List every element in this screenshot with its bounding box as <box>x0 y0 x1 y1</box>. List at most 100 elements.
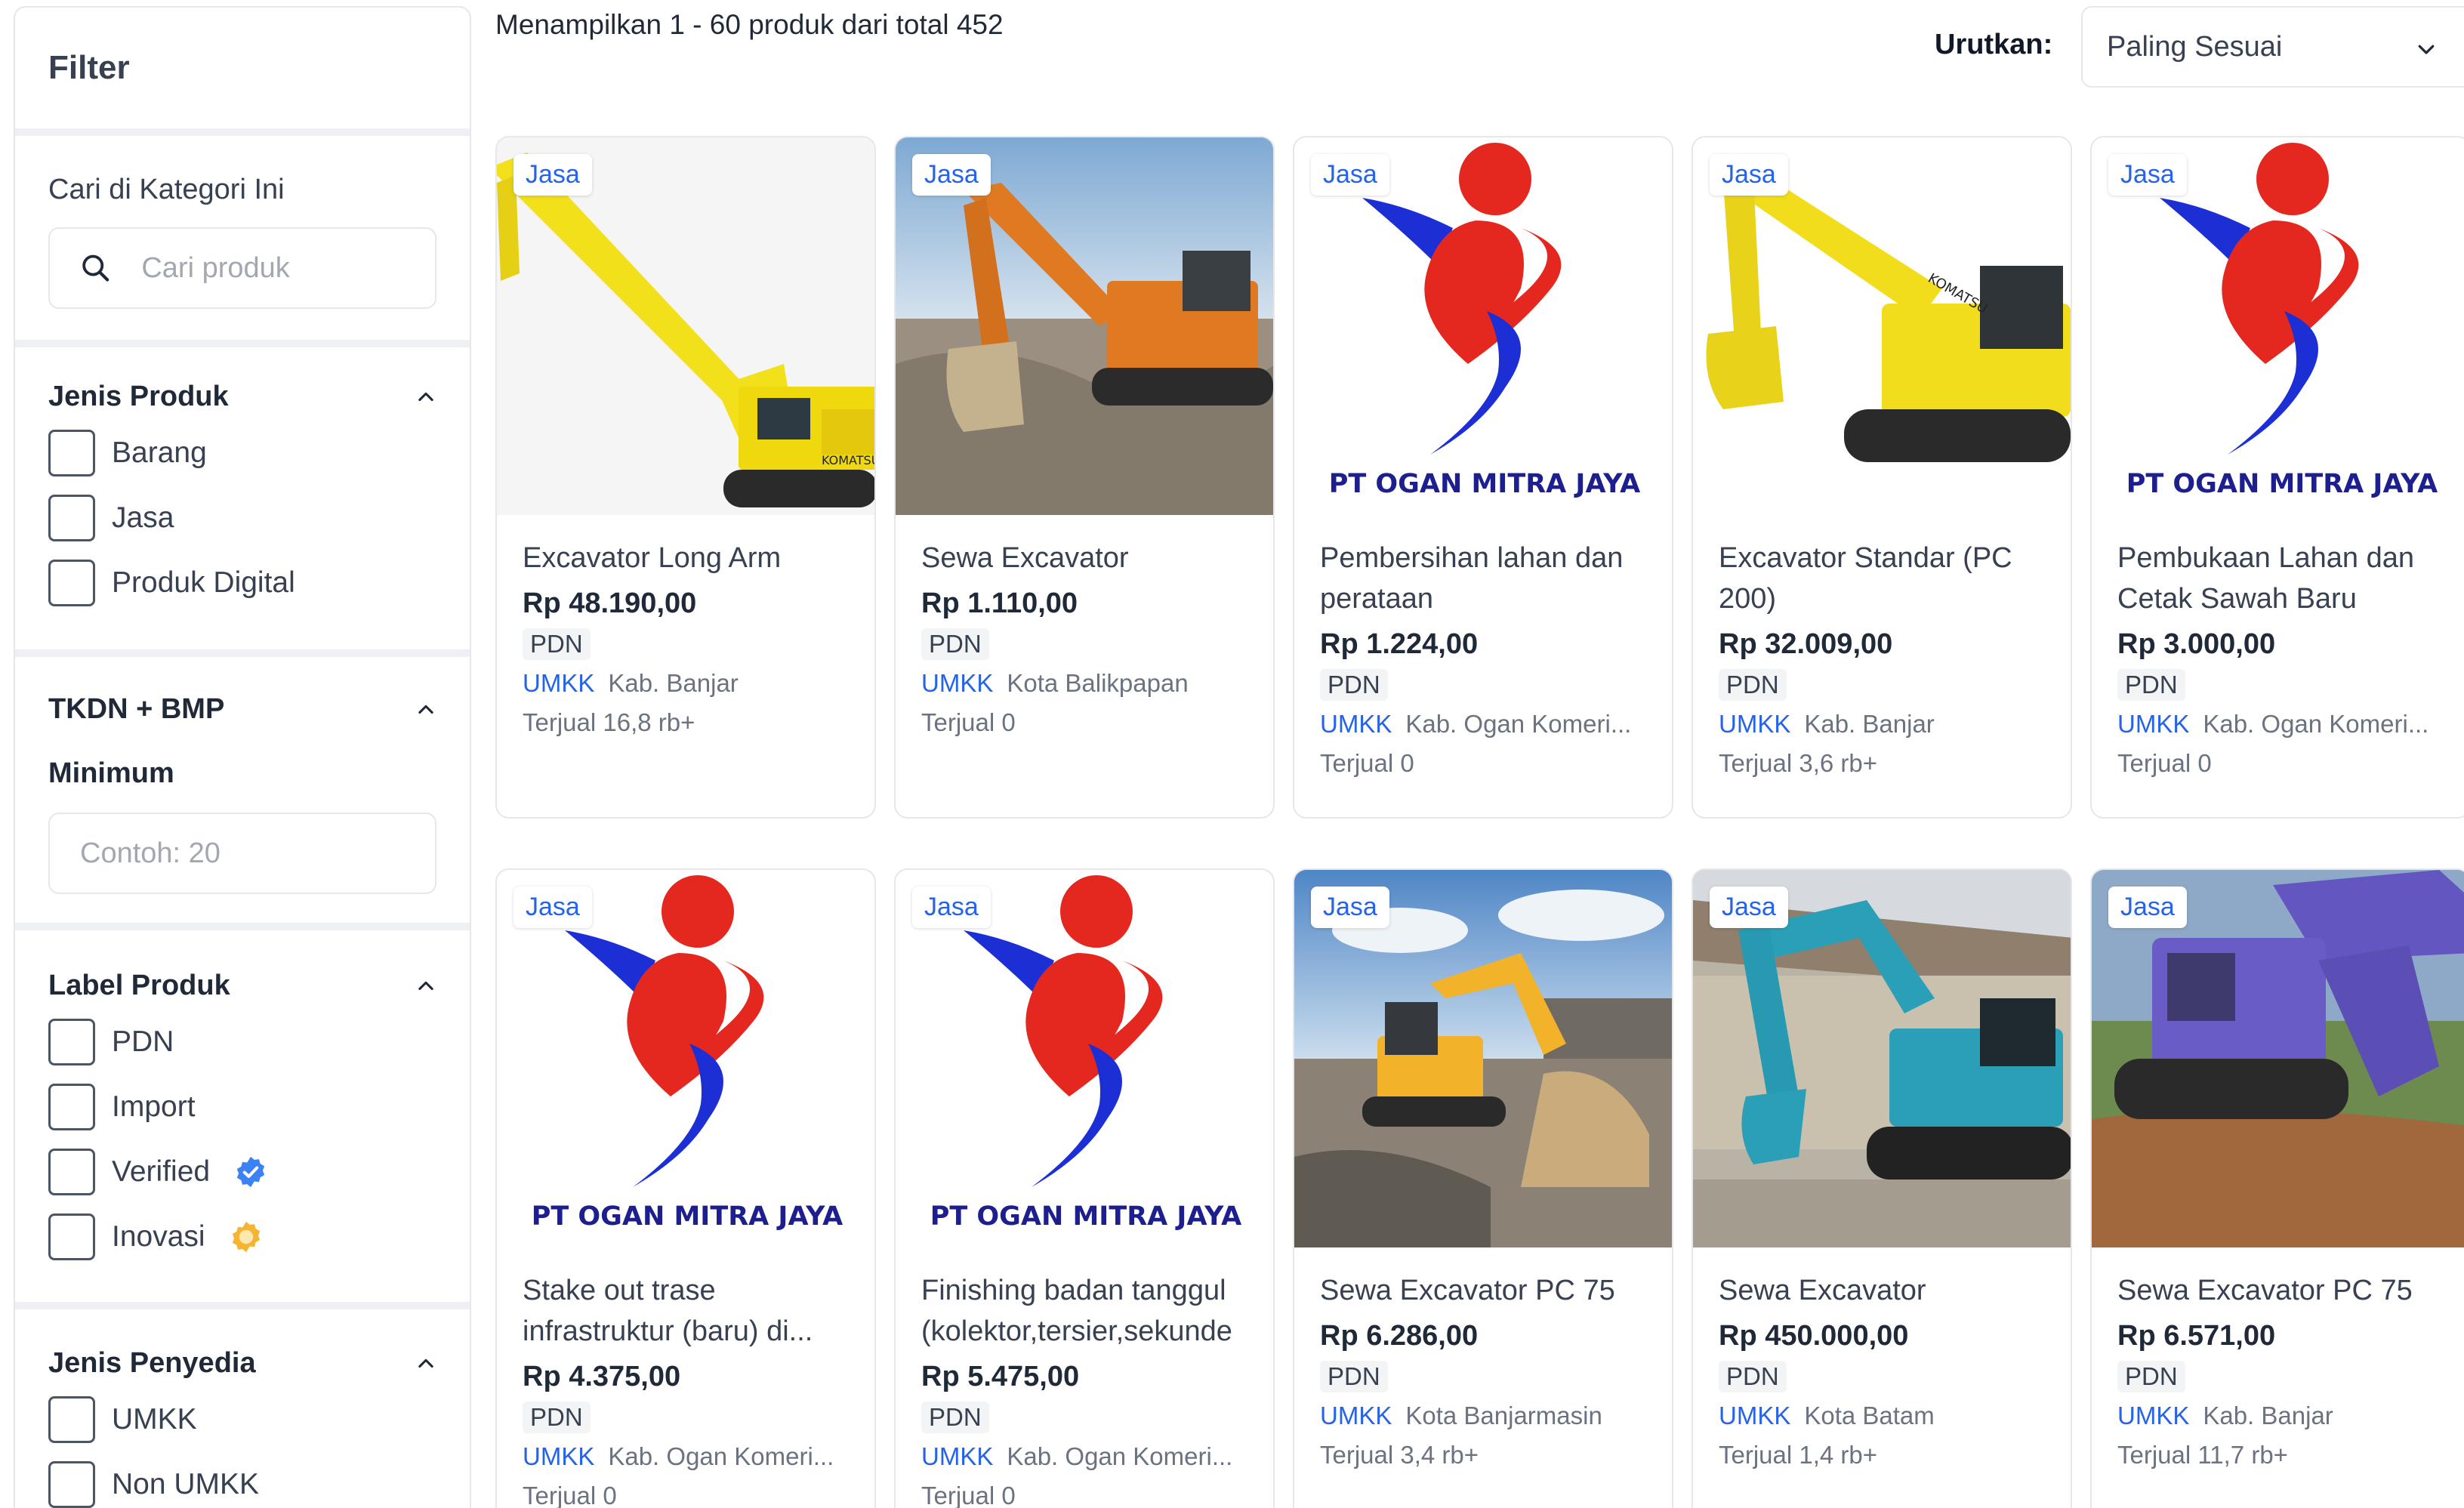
provider-type-header[interactable]: Jenis Penyedia <box>48 1347 436 1380</box>
provider-type-section: Jenis Penyedia UMKK Non UMKK <box>15 1309 470 1508</box>
product-sold: Terjual 0 <box>1320 749 1414 777</box>
product-name: Sewa Excavator PC 75 <box>1320 1275 1615 1306</box>
product-card[interactable]: PT OGAN MITRA JAYA Jasa Stake out trase … <box>495 868 876 1508</box>
product-image[interactable]: PT OGAN MITRA JAYA Jasa <box>497 870 874 1247</box>
product-image[interactable]: PT OGAN MITRA JAYA Jasa <box>1294 137 1672 515</box>
checkbox-produk-digital[interactable]: Produk Digital <box>48 550 436 615</box>
tkdn-min-box[interactable] <box>48 813 436 894</box>
product-sold: Terjual 3,4 rb+ <box>1320 1441 1479 1469</box>
checkbox-label: Produk Digital <box>112 566 295 599</box>
chevron-down-icon <box>2418 45 2435 54</box>
product-image[interactable]: KOMATSU Jasa <box>497 137 874 515</box>
checkbox-box[interactable] <box>48 1019 95 1065</box>
product-name: Sewa Excavator <box>921 542 1129 574</box>
checkbox-import[interactable]: Import <box>48 1075 436 1139</box>
checkbox-box[interactable] <box>48 1461 95 1508</box>
product-name: Sewa Excavator PC 75 <box>2117 1275 2413 1306</box>
product-sold: Terjual 11,7 rb+ <box>2117 1441 2288 1469</box>
checkbox-box[interactable] <box>48 430 95 476</box>
product-info: Excavator Standar (PC 200) Rp 32.009,00 … <box>1719 538 2054 781</box>
checkbox-label: Inovasi <box>112 1220 205 1253</box>
product-label-header[interactable]: Label Produk <box>48 970 436 1002</box>
product-seller-location: UMKK Kota Batam <box>1719 1399 2054 1433</box>
sort-dropdown[interactable]: Paling Sesuai <box>2081 6 2464 88</box>
tkdn-min-input[interactable] <box>80 837 435 870</box>
product-price: Rp 48.190,00 <box>523 587 697 619</box>
category-search-title: Cari di Kategori Ini <box>48 174 285 205</box>
product-sold: Terjual 0 <box>2117 749 2212 777</box>
checkbox-non-umkk[interactable]: Non UMKK <box>48 1452 436 1508</box>
umkk-badge: UMKK <box>2117 710 2190 738</box>
checkbox-umkk[interactable]: UMKK <box>48 1387 436 1452</box>
product-card[interactable]: PT OGAN MITRA JAYA Jasa Pembersihan laha… <box>1293 136 1673 819</box>
checkbox-box[interactable] <box>48 1149 95 1195</box>
product-info: Sewa Excavator Rp 1.110,00 PDN UMKK Kota … <box>921 538 1257 740</box>
product-location: Kab. Ogan Komeri... <box>608 1442 834 1470</box>
product-seller-location: UMKK Kab. Ogan Komeri... <box>2117 707 2453 742</box>
pdn-badge: PDN <box>1320 1361 1388 1392</box>
umkk-badge: UMKK <box>1719 710 1791 738</box>
checkbox-label: Barang <box>112 436 207 469</box>
checkbox-box[interactable] <box>48 1213 95 1260</box>
filter-title: Filter <box>48 49 130 86</box>
product-image[interactable]: Jasa <box>896 137 1273 515</box>
product-label-title: Label Produk <box>48 970 230 1001</box>
chevron-up-icon[interactable] <box>415 1353 436 1374</box>
product-image[interactable]: KOMATSU Jasa <box>1693 137 2071 515</box>
tkdn-section: TKDN + BMP Minimum <box>15 657 470 930</box>
checkbox-jasa[interactable]: Jasa <box>48 486 436 550</box>
product-info: Pembersihan lahan dan perataan Rp 1.224,… <box>1320 538 1655 781</box>
product-image[interactable]: Jasa <box>1294 870 1672 1247</box>
chevron-up-icon[interactable] <box>415 387 436 408</box>
umkk-badge: UMKK <box>1719 1402 1791 1429</box>
product-type-header[interactable]: Jenis Produk <box>48 381 436 413</box>
checkbox-box[interactable] <box>48 495 95 541</box>
product-card[interactable]: Jasa Sewa Excavator PC 75 Rp 6.571,00 PD… <box>2090 868 2464 1508</box>
product-image[interactable]: Jasa <box>1693 870 2071 1247</box>
product-seller-location: UMKK Kab. Banjar <box>1719 707 2054 742</box>
product-info: Finishing badan tanggul (kolektor,tersie… <box>921 1270 1257 1508</box>
tkdn-title: TKDN + BMP <box>48 693 225 725</box>
umkk-badge: UMKK <box>523 669 595 697</box>
checkbox-box[interactable] <box>48 560 95 606</box>
product-tag: Jasa <box>1311 887 1389 928</box>
verified-badge-icon <box>236 1156 265 1188</box>
search-input[interactable] <box>141 251 435 285</box>
checkbox-barang[interactable]: Barang <box>48 421 436 486</box>
product-image[interactable]: Jasa <box>2092 870 2464 1247</box>
product-image[interactable]: PT OGAN MITRA JAYA Jasa <box>2092 137 2464 515</box>
checkbox-box[interactable] <box>48 1396 95 1443</box>
filter-sidebar: Filter Cari di Kategori Ini Jenis Produk… <box>14 6 471 1508</box>
checkbox-inovasi[interactable]: Inovasi <box>48 1204 436 1269</box>
product-card[interactable]: PT OGAN MITRA JAYA Jasa Finishing badan … <box>894 868 1275 1508</box>
product-image[interactable]: PT OGAN MITRA JAYA Jasa <box>896 870 1273 1247</box>
product-card[interactable]: PT OGAN MITRA JAYA Jasa Pembukaan Lahan … <box>2090 136 2464 819</box>
pdn-badge: PDN <box>523 1402 591 1433</box>
product-seller-location: UMKK Kab. Banjar <box>2117 1399 2453 1433</box>
checkbox-pdn[interactable]: PDN <box>48 1010 436 1075</box>
innovation-badge-icon <box>232 1221 260 1253</box>
search-icon <box>82 254 109 282</box>
checkbox-label: Jasa <box>112 501 174 534</box>
product-location: Kota Batam <box>1804 1402 1935 1429</box>
product-card[interactable]: Jasa Sewa Excavator Rp 450.000,00 PDN UM… <box>1691 868 2072 1508</box>
tkdn-header[interactable]: TKDN + BMP <box>48 693 436 726</box>
checkbox-verified[interactable]: Verified <box>48 1139 436 1204</box>
pdn-badge: PDN <box>1320 669 1388 701</box>
category-search-box[interactable] <box>48 227 436 309</box>
sort-label: Urutkan: <box>1935 29 2053 60</box>
product-card[interactable]: Jasa Sewa Excavator PC 75 Rp 6.286,00 PD… <box>1293 868 1673 1508</box>
company-logo-text: PT OGAN MITRA JAYA <box>1329 469 1641 499</box>
chevron-up-icon[interactable] <box>415 976 436 997</box>
product-name: Pembersihan lahan dan perataan <box>1320 542 1624 615</box>
umkk-badge: UMKK <box>921 669 994 697</box>
product-price: Rp 32.009,00 <box>1719 628 1893 660</box>
product-card[interactable]: KOMATSU Jasa Excavator Standar (PC 200) … <box>1691 136 2072 819</box>
product-card[interactable]: Jasa Sewa Excavator Rp 1.110,00 PDN UMKK… <box>894 136 1275 819</box>
filter-header: Filter <box>15 8 470 136</box>
product-type-section: Jenis Produk Barang Jasa Produk Digital <box>15 347 470 657</box>
product-card[interactable]: KOMATSU Jasa Excavator Long Arm Rp 48.19… <box>495 136 876 819</box>
product-price: Rp 3.000,00 <box>2117 628 2276 660</box>
checkbox-box[interactable] <box>48 1084 95 1130</box>
chevron-up-icon[interactable] <box>415 699 436 720</box>
